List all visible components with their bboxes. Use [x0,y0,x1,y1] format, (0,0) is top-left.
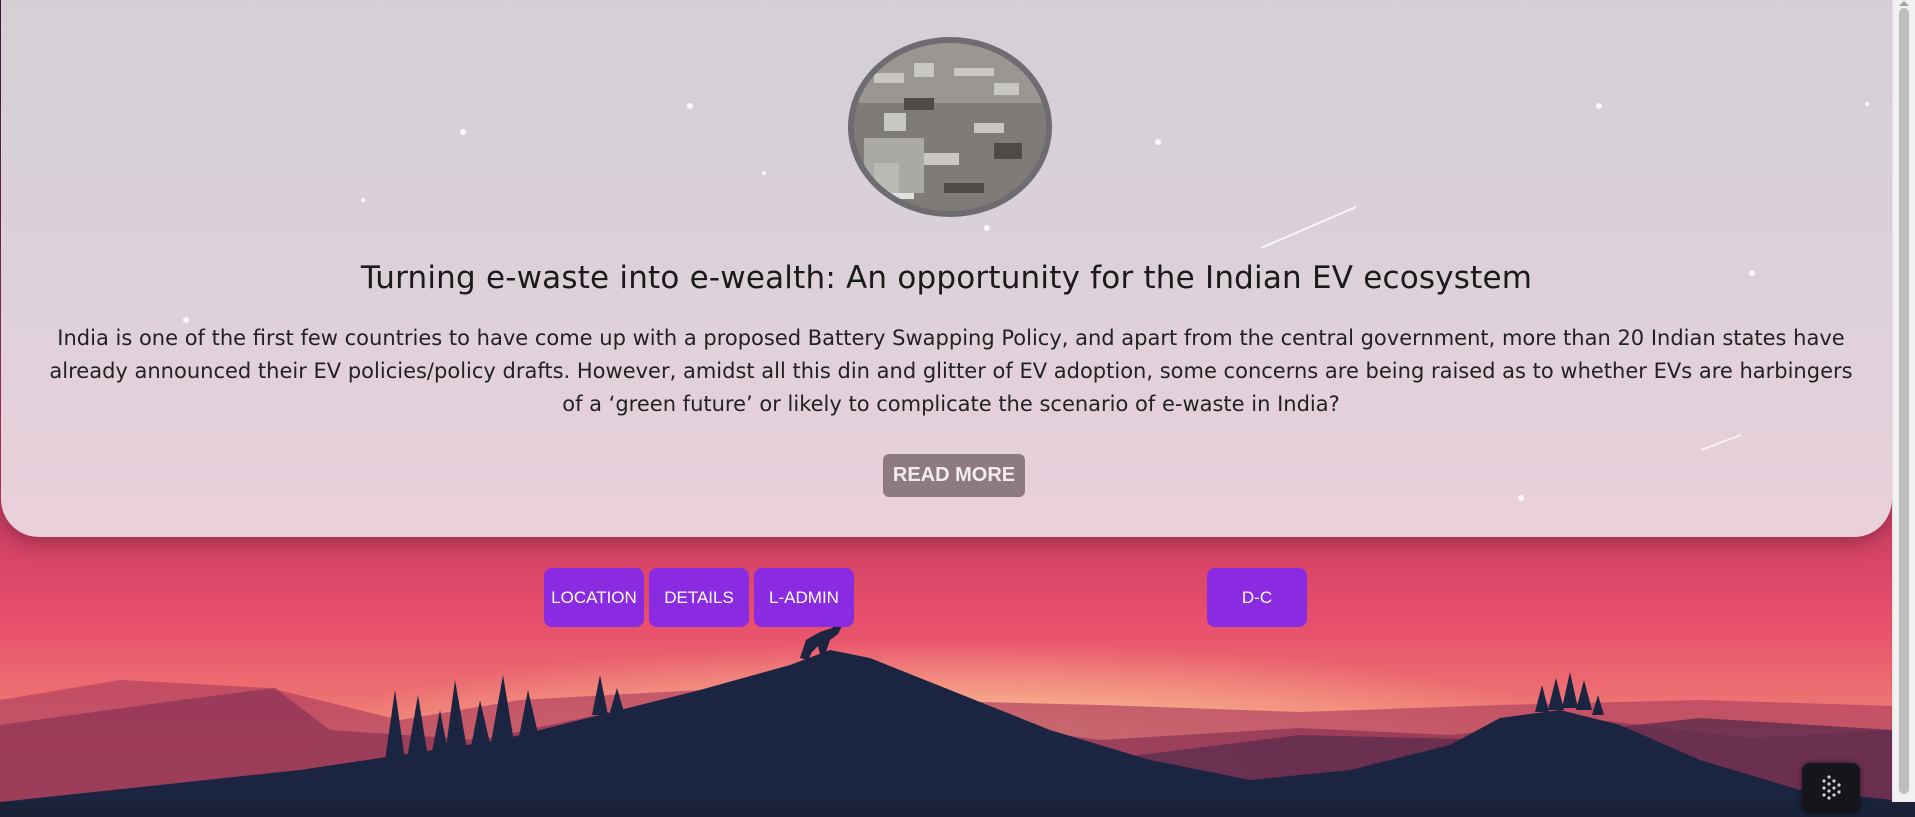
dc-button[interactable]: D-C [1207,568,1307,627]
grid-dots-icon [1822,775,1841,800]
vertical-scrollbar[interactable] [1892,0,1915,802]
read-more-button[interactable]: READ MORE [883,454,1025,497]
article-title: Turning e-waste into e-wealth: An opport… [360,260,1533,296]
details-button[interactable]: DETAILS [649,568,749,627]
article-card: Turning e-waste into e-wealth: An opport… [1,0,1892,537]
scrollbar-thumb[interactable] [1899,8,1909,794]
scroll-up-arrow-icon[interactable] [1899,1,1909,6]
floating-widget-button[interactable] [1802,763,1860,813]
ewaste-image [848,37,1052,217]
location-button[interactable]: LOCATION [544,568,644,627]
ladmin-button[interactable]: L-ADMIN [754,568,854,627]
article-description: India is one of the first few countries … [49,326,1853,416]
